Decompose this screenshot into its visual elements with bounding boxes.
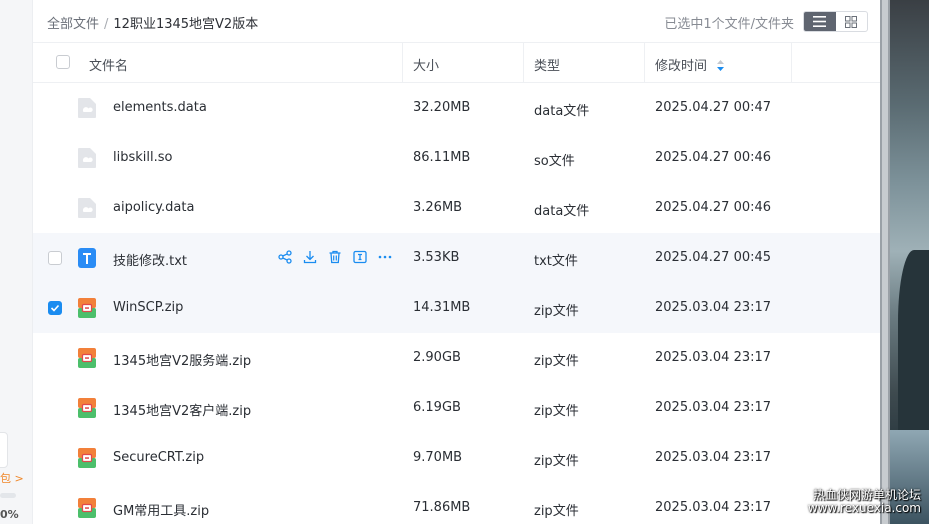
zip-file-icon <box>78 448 96 468</box>
file-name[interactable]: aipolicy.data <box>113 200 194 215</box>
file-type: txt文件 <box>534 254 578 269</box>
file-name[interactable]: elements.data <box>113 100 207 115</box>
storage-percent: 0% <box>0 508 19 521</box>
generic-file-icon <box>78 198 96 218</box>
zip-file-icon <box>78 498 96 518</box>
column-divider <box>523 43 524 83</box>
column-header-modified-wrap[interactable]: 修改时间 <box>655 55 725 74</box>
file-name[interactable]: 1345地宫V2服务端.zip <box>113 350 251 369</box>
sidebar-card[interactable] <box>0 432 8 468</box>
watermark-line2: www.rexuexia.com <box>807 501 921 515</box>
file-size: 3.53KB <box>413 250 460 265</box>
file-row[interactable]: 1345地宫V2服务端.zip 2.90GB zip文件 2025.03.04 … <box>33 333 880 383</box>
file-name[interactable]: 技能修改.txt <box>113 250 187 269</box>
file-modified: 2025.03.04 23:17 <box>655 400 772 415</box>
storage-progress-bar <box>0 493 16 498</box>
share-icon[interactable] <box>277 249 293 265</box>
file-row[interactable]: 1345地宫V2客户端.zip 6.19GB zip文件 2025.03.04 … <box>33 383 880 433</box>
column-header-size[interactable]: 大小 <box>413 55 439 74</box>
sidebar-fragment: 包 > 0% <box>0 0 33 524</box>
file-type: zip文件 <box>534 504 579 519</box>
file-name[interactable]: 1345地宫V2客户端.zip <box>113 400 251 419</box>
grid-view-button[interactable] <box>836 12 868 31</box>
file-row[interactable]: SecureCRT.zip 9.70MB zip文件 2025.03.04 23… <box>33 433 880 483</box>
file-size: 2.90GB <box>413 350 461 365</box>
file-name[interactable]: GM常用工具.zip <box>113 500 209 519</box>
file-modified: 2025.03.04 23:17 <box>655 300 772 315</box>
toolbar: 全部文件 / 12职业1345地宫V2版本 已选中1个文件/文件夹 <box>33 0 880 42</box>
file-row[interactable]: libskill.so 86.11MB so文件 2025.04.27 00:4… <box>33 133 880 183</box>
column-header-name[interactable]: 文件名 <box>89 55 128 74</box>
list-view-icon <box>813 16 827 27</box>
file-name[interactable]: libskill.so <box>113 150 172 165</box>
row-checkbox[interactable] <box>48 301 62 315</box>
file-modified: 2025.04.27 00:46 <box>655 150 772 165</box>
zip-file-icon <box>78 298 96 318</box>
rename-icon[interactable] <box>352 249 368 265</box>
sort-icon[interactable] <box>717 60 725 71</box>
file-modified: 2025.03.04 23:17 <box>655 350 772 365</box>
file-modified: 2025.03.04 23:17 <box>655 450 772 465</box>
breadcrumb-separator: / <box>104 17 109 32</box>
list-view-button[interactable] <box>804 12 836 31</box>
file-modified: 2025.03.04 23:17 <box>655 500 772 515</box>
file-size: 86.11MB <box>413 150 471 165</box>
breadcrumb-current: 12职业1345地宫V2版本 <box>113 17 259 32</box>
watermark: 热血侠网游单机论坛 www.rexuexia.com <box>808 489 921 515</box>
generic-file-icon <box>78 148 96 168</box>
selection-info: 已选中1个文件/文件夹 <box>664 17 794 32</box>
column-divider <box>402 43 403 83</box>
file-type: zip文件 <box>534 304 579 319</box>
sidebar-orange-link[interactable]: 包 > <box>0 470 24 486</box>
generic-file-icon <box>78 98 96 118</box>
row-actions <box>277 249 393 265</box>
check-icon <box>50 304 60 312</box>
file-row[interactable]: aipolicy.data 3.26MB data文件 2025.04.27 0… <box>33 183 880 233</box>
column-divider <box>791 43 792 83</box>
file-type: data文件 <box>534 104 590 119</box>
view-switch <box>803 11 868 32</box>
file-row[interactable]: elements.data 32.20MB data文件 2025.04.27 … <box>33 83 880 133</box>
file-modified: 2025.04.27 00:45 <box>655 250 772 265</box>
file-size: 9.70MB <box>413 450 463 465</box>
download-icon[interactable] <box>302 249 318 265</box>
delete-icon[interactable] <box>327 249 343 265</box>
table-header: 文件名 大小 类型 修改时间 <box>33 42 880 83</box>
file-row[interactable]: WinSCP.zip 14.31MB zip文件 2025.03.04 23:1… <box>33 283 880 333</box>
file-modified: 2025.04.27 00:46 <box>655 200 772 215</box>
background-photo <box>880 0 929 524</box>
file-size: 3.26MB <box>413 200 463 215</box>
file-type: data文件 <box>534 204 590 219</box>
row-checkbox[interactable] <box>48 251 62 265</box>
select-all-checkbox[interactable] <box>56 55 70 69</box>
file-row[interactable]: 技能修改.txt 3.53KB txt文件 2025.04.27 00:45 <box>33 233 880 283</box>
file-type: so文件 <box>534 154 575 169</box>
file-size: 6.19GB <box>413 400 461 415</box>
file-size: 71.86MB <box>413 500 471 515</box>
file-size: 32.20MB <box>413 100 471 115</box>
column-header-type[interactable]: 类型 <box>534 55 560 74</box>
breadcrumb: 全部文件 / 12职业1345地宫V2版本 <box>47 13 258 32</box>
txt-file-icon <box>78 248 96 268</box>
grid-view-icon <box>845 15 858 28</box>
file-row[interactable]: GM常用工具.zip 71.86MB zip文件 2025.03.04 23:1… <box>33 483 880 524</box>
file-type: zip文件 <box>534 404 579 419</box>
rock-shape <box>898 250 929 430</box>
more-icon[interactable] <box>377 249 393 265</box>
zip-file-icon <box>78 348 96 368</box>
file-modified: 2025.04.27 00:47 <box>655 100 772 115</box>
column-divider <box>644 43 645 83</box>
file-list-panel: 全部文件 / 12职业1345地宫V2版本 已选中1个文件/文件夹 文件名 大小 类… <box>33 0 880 524</box>
column-header-modified: 修改时间 <box>655 59 708 74</box>
file-type: zip文件 <box>534 354 579 369</box>
file-size: 14.31MB <box>413 300 471 315</box>
scrollbar-track[interactable] <box>882 0 888 524</box>
file-type: zip文件 <box>534 454 579 469</box>
file-name[interactable]: WinSCP.zip <box>113 300 183 315</box>
file-name[interactable]: SecureCRT.zip <box>113 450 204 465</box>
breadcrumb-root[interactable]: 全部文件 <box>47 17 99 32</box>
zip-file-icon <box>78 398 96 418</box>
